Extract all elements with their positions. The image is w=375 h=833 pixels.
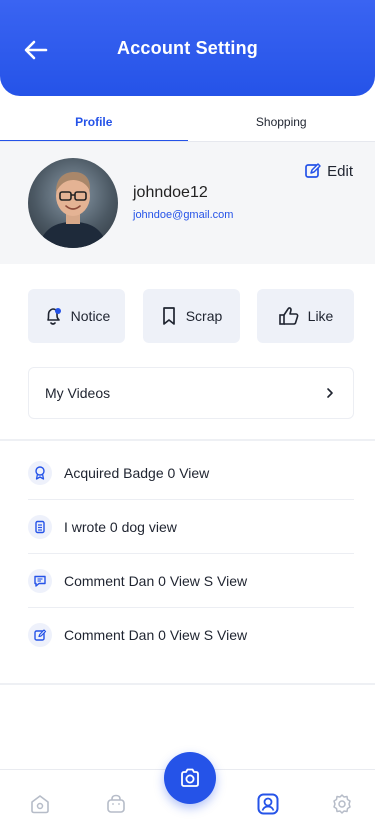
avatar[interactable] <box>28 158 118 248</box>
comment-icon <box>28 568 52 593</box>
list-item-label: I wrote 0 dog view <box>64 518 177 535</box>
edit-icon <box>28 623 52 647</box>
username: johndoe12 <box>133 184 208 201</box>
like-label: Like <box>307 308 334 324</box>
my-videos-row[interactable]: My Videos <box>28 367 354 419</box>
divider <box>0 439 375 441</box>
page-title: Account Setting <box>117 38 258 58</box>
like-button[interactable]: Like <box>257 289 354 343</box>
tab-profile[interactable]: Profile <box>0 104 188 142</box>
user-icon <box>257 793 279 815</box>
profile-card: johndoe12 johndoe@gmail.com Edit <box>0 142 375 264</box>
edit-icon <box>305 163 321 178</box>
chevron-right-icon <box>327 388 333 398</box>
email: johndoe@gmail.com <box>133 209 234 221</box>
badge-icon <box>28 460 52 485</box>
thumbs-up-icon <box>278 307 299 325</box>
action-row: Notice Scrap Like <box>28 289 354 343</box>
bag-icon <box>107 794 125 813</box>
notice-label: Notice <box>70 308 111 324</box>
edit-button[interactable]: Edit <box>304 162 353 180</box>
list-item-comment[interactable]: Comment Dan 0 View S View <box>28 554 354 608</box>
scrap-label: Scrap <box>185 308 223 324</box>
list-item-badge[interactable]: Acquired Badge 0 View <box>28 446 354 500</box>
nav-settings[interactable] <box>328 790 356 818</box>
my-videos-label: My Videos <box>45 385 111 401</box>
list-item-wrote[interactable]: I wrote 0 dog view <box>28 500 354 554</box>
document-icon <box>28 514 52 539</box>
activity-list: Acquired Badge 0 View I wrote 0 dog view <box>28 446 354 662</box>
notice-button[interactable]: Notice <box>28 289 125 343</box>
list-item-label: Acquired Badge 0 View <box>64 464 210 481</box>
home-icon <box>31 795 49 814</box>
edit-label: Edit <box>327 162 353 180</box>
nav-profile[interactable] <box>254 790 282 818</box>
bookmark-icon <box>162 307 175 325</box>
camera-button[interactable] <box>164 752 216 804</box>
bell-icon <box>46 308 61 325</box>
divider <box>0 683 375 685</box>
nav-home[interactable] <box>26 790 54 818</box>
list-item-comment-edit[interactable]: Comment Dan 0 View S View <box>28 608 354 662</box>
list-item-label: Comment Dan 0 View S View <box>64 627 248 643</box>
camera-icon <box>181 768 199 787</box>
tab-shopping[interactable]: Shopping <box>188 104 375 142</box>
list-item-label: Comment Dan 0 View S View <box>64 572 248 589</box>
nav-shop[interactable] <box>102 790 130 818</box>
settings-icon <box>333 794 351 814</box>
avatar-image <box>38 172 108 248</box>
tab-bar: Profile Shopping <box>0 104 375 142</box>
header: Account Setting <box>0 0 375 96</box>
scrap-button[interactable]: Scrap <box>142 289 240 343</box>
account-setting-screen: Account Setting Profile Shopping johndoe… <box>0 0 375 833</box>
